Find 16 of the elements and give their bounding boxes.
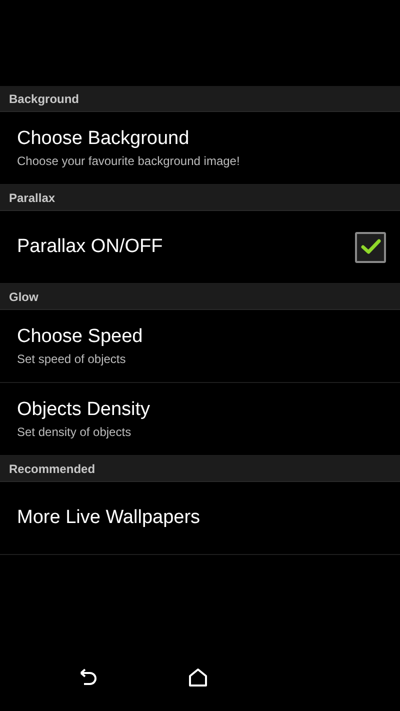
setting-title[interactable]: Objects Density [17, 399, 150, 421]
check-icon [360, 239, 380, 255]
setting-summary: Set speed of objects [17, 352, 126, 366]
setting-summary: Choose your favourite background image! [17, 154, 240, 168]
setting-title[interactable]: Choose Background [17, 128, 190, 150]
setting-title[interactable]: More Live Wallpapers [17, 507, 200, 529]
section-header: Parallax [0, 185, 400, 211]
home-icon[interactable] [188, 668, 208, 686]
section-header: Recommended [0, 456, 400, 482]
setting-summary: Set density of objects [17, 425, 132, 439]
setting-title[interactable]: Parallax ON/OFF [17, 236, 163, 258]
back-icon[interactable] [78, 668, 98, 686]
checkbox[interactable] [355, 232, 386, 262]
section-header: Background [0, 86, 400, 112]
section-header: Glow [0, 284, 400, 310]
setting-title[interactable]: Choose Speed [17, 326, 143, 348]
